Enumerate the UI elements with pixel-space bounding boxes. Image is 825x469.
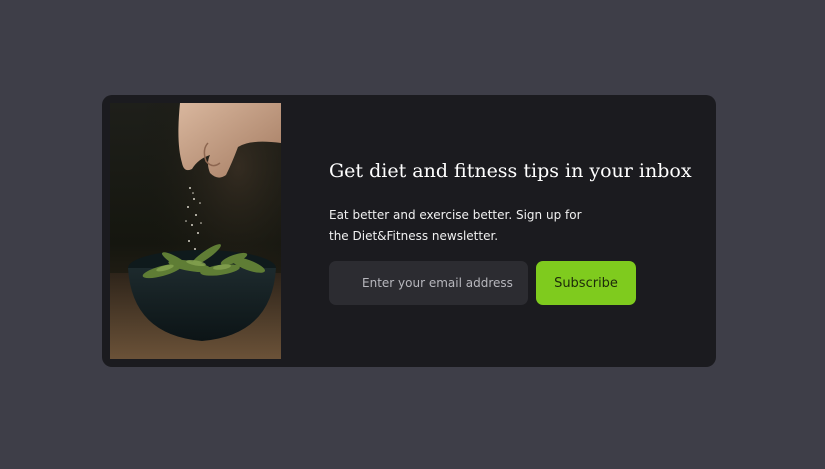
newsletter-title: Get diet and fitness tips in your inbox xyxy=(329,160,692,182)
newsletter-content: Get diet and fitness tips in your inbox … xyxy=(329,95,699,367)
email-input[interactable] xyxy=(329,261,528,305)
newsletter-card: Get diet and fitness tips in your inbox … xyxy=(102,95,716,367)
newsletter-description: Eat better and exercise better. Sign up … xyxy=(329,208,582,243)
subscribe-form: Subscribe xyxy=(329,261,636,305)
edamame-photo xyxy=(110,103,281,359)
subscribe-button[interactable]: Subscribe xyxy=(536,261,636,305)
